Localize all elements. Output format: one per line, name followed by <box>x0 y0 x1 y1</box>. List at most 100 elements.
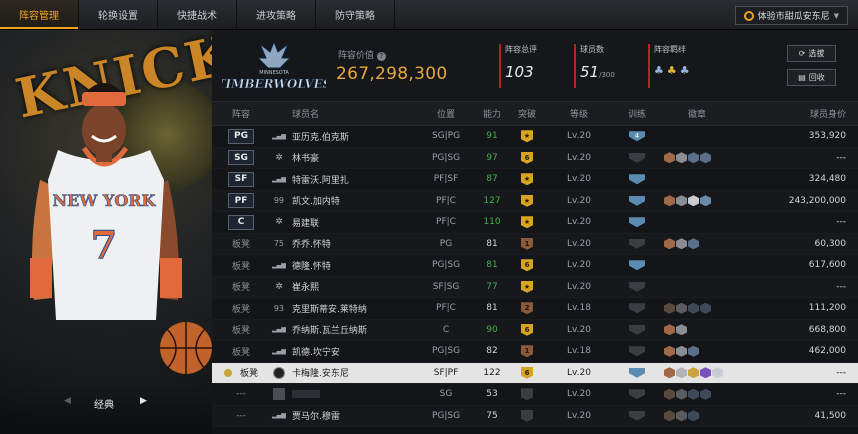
player-name[interactable]: 德隆.怀特 <box>292 259 331 272</box>
slot-badge[interactable]: PF <box>228 193 254 209</box>
tab-rotation[interactable]: 轮换设置 <box>79 0 158 29</box>
slot-label: 板凳 <box>231 240 250 251</box>
player-name[interactable]: 乔乔.怀特 <box>292 237 331 250</box>
tier-cell: ▂▄▆ <box>270 255 288 276</box>
training-icon[interactable]: 4 <box>629 131 645 142</box>
slot-badge[interactable]: SF <box>228 171 254 187</box>
player-name[interactable]: 崔永熙 <box>292 280 319 293</box>
tab-offense[interactable]: 进攻策略 <box>237 0 316 29</box>
player-name[interactable]: 特雷沃.阿里扎 <box>292 173 349 186</box>
name-cell <box>288 384 418 405</box>
training-icon[interactable] <box>629 281 645 292</box>
training-icon[interactable] <box>629 367 645 378</box>
col-breakthrough[interactable]: 突破 <box>510 102 544 125</box>
player-name[interactable]: 乔纳斯.瓦兰丘纳斯 <box>292 323 367 336</box>
salary-cell: --- <box>836 281 846 292</box>
bond-icon-1: ♣ <box>654 64 664 77</box>
player-name[interactable]: 易建联 <box>292 216 319 229</box>
training-icon[interactable] <box>629 303 645 314</box>
position-cell: PG|SG <box>431 260 461 271</box>
player-name[interactable]: 卡梅隆.安东尼 <box>292 366 349 379</box>
training-icon[interactable] <box>629 152 645 163</box>
bond-icons[interactable]: ♣ ♣ ♣ <box>654 64 718 77</box>
badge-icon <box>676 302 687 314</box>
table-row[interactable]: 板凳 卡梅隆.安东尼 SF|PF 122 6 Lv.20 --- <box>212 362 858 384</box>
training-icon[interactable] <box>629 324 645 335</box>
slot-label: 板凳 <box>231 304 250 315</box>
version-label: 体验市甜瓜安东尼 <box>757 12 830 22</box>
table-row[interactable]: C ✲ 易建联 PF|C 110 ★ Lv.20 --- <box>212 212 858 234</box>
table-row[interactable]: PF 99 凯文.加内特 PF|C 127 ★ Lv.20 243,200,00… <box>212 190 858 212</box>
recycle-button[interactable]: ▤ 回收 <box>787 69 836 86</box>
slot-badge[interactable]: C <box>228 214 254 230</box>
level-cell: Lv.18 <box>567 346 591 357</box>
slot-cell: 板凳 <box>212 320 270 341</box>
badge-icon <box>676 367 687 379</box>
col-level[interactable]: 等级 <box>544 102 614 125</box>
stat-bonds: 阵容羁绊 ♣ ♣ ♣ <box>648 44 718 88</box>
col-position[interactable]: 位置 <box>418 102 474 125</box>
next-arrow-icon[interactable]: ▶ <box>140 396 147 406</box>
table-row[interactable]: 板凳 ✲ 崔永熙 SF|SG 77 ★ Lv.20 --- <box>212 276 858 298</box>
team-value-label: 阵容价值 ? <box>338 48 386 61</box>
badge-icon <box>700 367 711 379</box>
table-row[interactable]: 板凳 ▂▄▆ 德隆.怀特 PG|SG 81 6 Lv.20 617,600 <box>212 255 858 277</box>
player-name[interactable]: 克里斯蒂安.莱特纳 <box>292 302 367 315</box>
table-row[interactable]: SG ✲ 林书豪 PG|SG 97 6 Lv.20 --- <box>212 147 858 169</box>
training-icon[interactable] <box>629 389 645 400</box>
ability-cell: 91 <box>486 131 498 142</box>
col-salary[interactable]: 球员身价 <box>734 102 858 125</box>
tab-quick-tactics[interactable]: 快捷战术 <box>158 0 237 29</box>
salary-cell: 111,200 <box>808 303 846 314</box>
table-row[interactable]: 板凳 75 乔乔.怀特 PG 81 1 Lv.20 60,300 <box>212 233 858 255</box>
salary-cell: 324,480 <box>808 174 846 185</box>
table-row[interactable]: SF ▂▄▆ 特雷沃.阿里扎 PF|SF 87 ★ Lv.20 324,480 <box>212 169 858 191</box>
col-name[interactable]: 球员名 <box>288 102 418 125</box>
team-logo: MINNESOTA TIMBERWOLVES <box>222 40 326 91</box>
badge-icon <box>688 238 699 250</box>
player-name[interactable]: 凯文.加内特 <box>292 194 340 207</box>
player-name[interactable]: 贾马尔.穆雷 <box>292 409 340 422</box>
player-name[interactable]: 林书豪 <box>292 151 319 164</box>
breakthrough-cell: 6 <box>510 148 544 169</box>
ability-cell: 87 <box>486 174 498 185</box>
slot-cell: 板凳 <box>212 363 270 384</box>
name-cell: 凯德.坎宁安 <box>288 341 418 362</box>
version-selector[interactable]: 体验市甜瓜安东尼 ▼ <box>734 6 848 25</box>
table-row[interactable]: PG ▂▄▆ 亚历克.伯克斯 SG|PG 91 ★ Lv.20 4 353,92… <box>212 126 858 148</box>
help-icon[interactable]: ? <box>376 52 386 61</box>
breakthrough-icon <box>521 388 533 401</box>
training-icon[interactable] <box>629 238 645 249</box>
prev-arrow-icon[interactable]: ◀ <box>64 396 71 406</box>
training-icon[interactable] <box>629 174 645 185</box>
breakthrough-cell: ★ <box>510 277 544 298</box>
training-icon[interactable] <box>629 260 645 271</box>
table-row[interactable]: 板凳 ▂▄▆ 凯德.坎宁安 PG|SG 82 1 Lv.18 462,000 <box>212 341 858 363</box>
badges-cell <box>660 277 734 298</box>
player-name[interactable]: 凯德.坎宁安 <box>292 345 340 358</box>
col-badges[interactable]: 徽章 <box>660 102 734 125</box>
table-row[interactable]: --- ▂▄▆ 贾马尔.穆雷 PG|SG 75 Lv.20 41,500 <box>212 405 858 427</box>
table-row[interactable]: --- SG 53 Lv.20 --- <box>212 384 858 406</box>
slot-badge[interactable]: SG <box>228 150 254 166</box>
select-button[interactable]: ⟳ 选拔 <box>787 45 836 62</box>
tier-cell: 99 <box>270 191 288 212</box>
player-name-blurred <box>292 390 320 399</box>
slot-badge[interactable]: PG <box>228 128 254 144</box>
training-icon[interactable] <box>629 410 645 421</box>
col-training[interactable]: 训练 <box>614 102 660 125</box>
table-row[interactable]: 板凳 ▂▄▆ 乔纳斯.瓦兰丘纳斯 C 90 6 Lv.20 668,800 <box>212 319 858 341</box>
ability-cell: 110 <box>483 217 501 228</box>
table-row[interactable]: 板凳 93 克里斯蒂安.莱特纳 PF|C 81 2 Lv.18 111,200 <box>212 298 858 320</box>
col-slot[interactable]: 阵容 <box>212 102 270 125</box>
badges-cell <box>660 298 734 319</box>
training-icon[interactable] <box>629 346 645 357</box>
badges-cell <box>660 212 734 233</box>
col-ability[interactable]: 能力 <box>474 102 510 125</box>
player-name[interactable]: 亚历克.伯克斯 <box>292 130 349 143</box>
training-icon[interactable] <box>629 195 645 206</box>
tab-defense[interactable]: 防守策略 <box>316 0 395 29</box>
training-icon[interactable] <box>629 217 645 228</box>
training-cell <box>614 363 660 384</box>
tab-lineup[interactable]: 阵容管理 <box>0 0 79 29</box>
